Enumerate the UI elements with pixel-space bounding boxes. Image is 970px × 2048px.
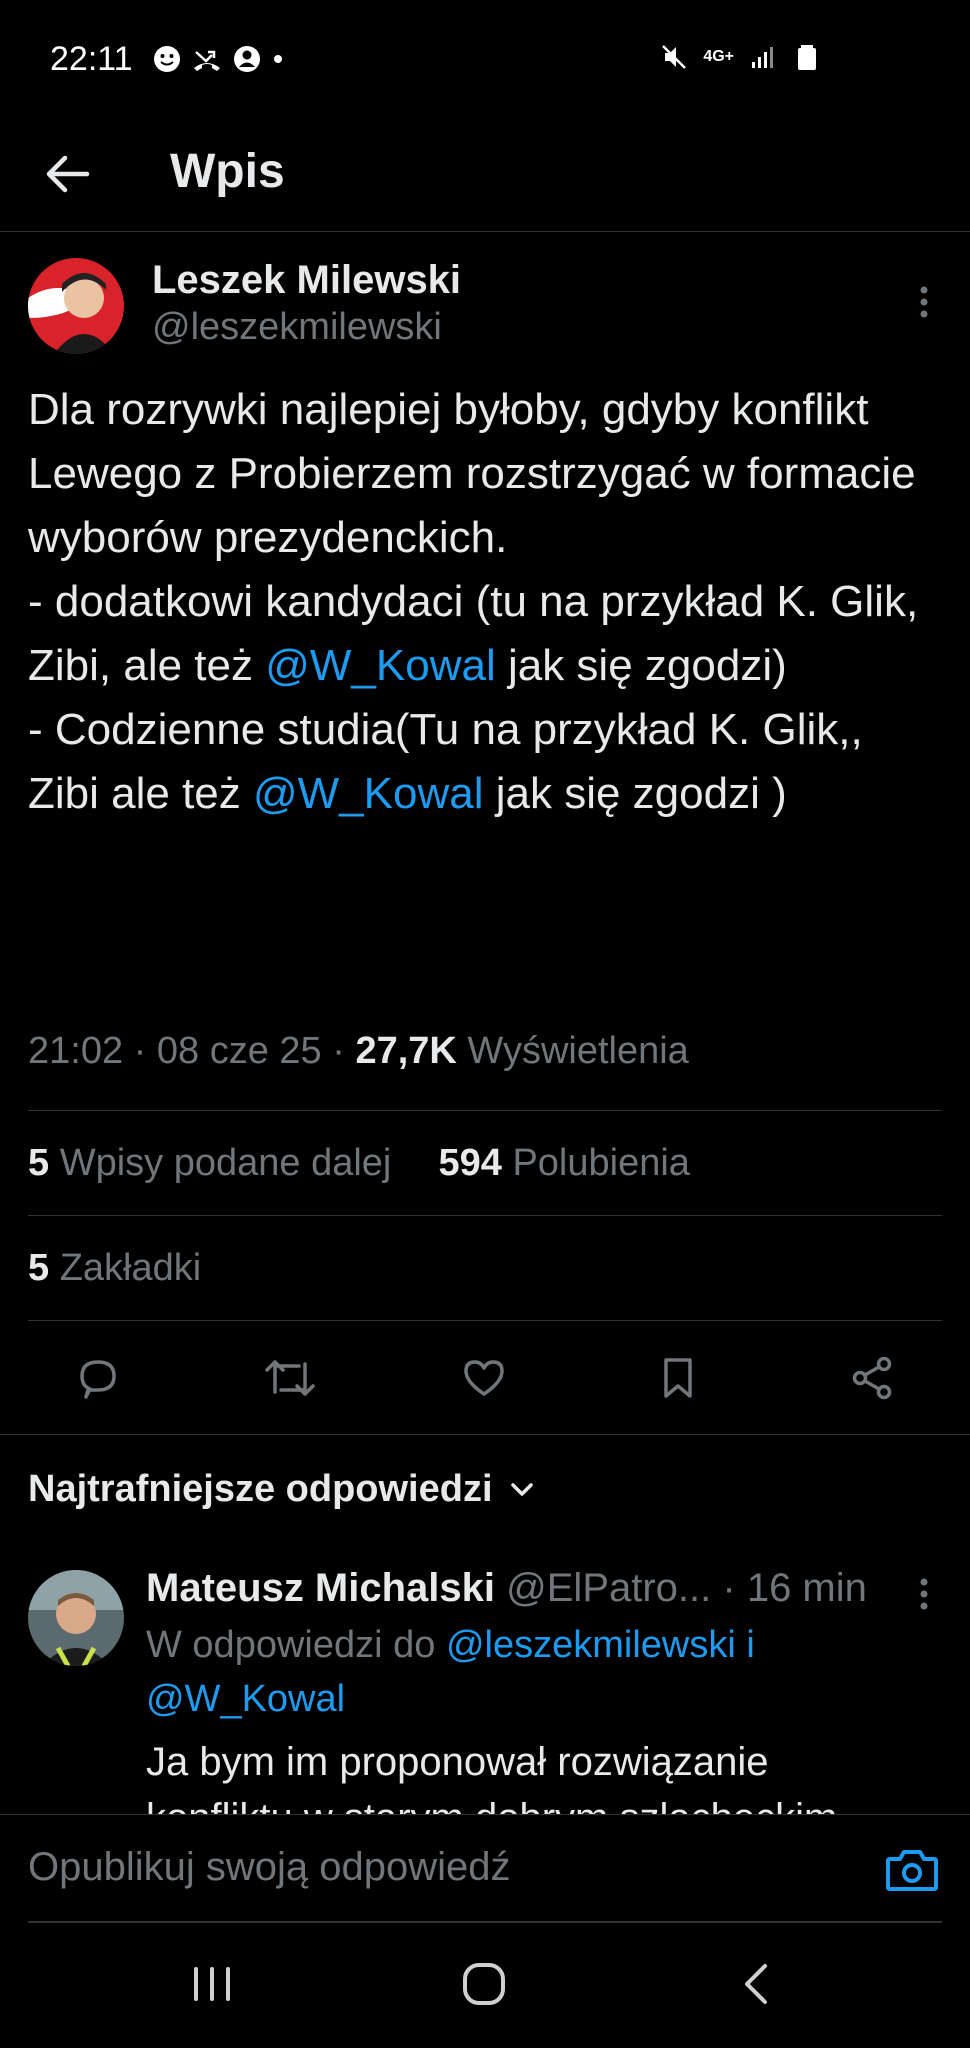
reply-button[interactable] bbox=[68, 1348, 128, 1408]
divider bbox=[28, 1320, 942, 1321]
heart-icon bbox=[464, 1360, 504, 1396]
mute-icon bbox=[662, 45, 687, 69]
tweet-text: Dla rozrywki najlepiej byłoby, gdyby kon… bbox=[28, 378, 928, 826]
reply-author-avatar[interactable] bbox=[28, 1570, 124, 1666]
system-nav-bar bbox=[0, 1924, 970, 2048]
compose-underline bbox=[28, 1921, 942, 1923]
section-divider bbox=[0, 1434, 970, 1435]
home-button[interactable] bbox=[444, 1954, 524, 2014]
chevron-left-icon bbox=[745, 1964, 767, 2004]
reply-item[interactable]: Mateusz Michalski @ElPatro... · 16 min W… bbox=[28, 1566, 942, 1816]
tweet-author: Leszek Milewski @leszekmilewski bbox=[28, 258, 942, 358]
page-title: Wpis bbox=[170, 145, 285, 198]
bookmarks-stat[interactable]: 5 Zakładki bbox=[28, 1247, 201, 1290]
recent-apps-button[interactable] bbox=[172, 1954, 252, 2014]
engagement-stats: 5 Wpisy podane dalej 594 Polubienia bbox=[28, 1142, 690, 1185]
home-icon bbox=[463, 1963, 505, 2005]
back-button[interactable] bbox=[38, 144, 98, 204]
share-button[interactable] bbox=[842, 1348, 902, 1408]
recent-apps-icon bbox=[194, 1967, 230, 2001]
likes-stat[interactable]: 594 Polubienia bbox=[438, 1142, 689, 1184]
signal-icon bbox=[752, 47, 773, 68]
replies-heading: Najtrafniejsze odpowiedzi bbox=[28, 1468, 493, 1510]
author-handle[interactable]: @leszekmilewski bbox=[152, 306, 442, 349]
arrow-left-icon bbox=[46, 155, 90, 193]
share-icon bbox=[852, 1356, 892, 1400]
tweet-actions bbox=[0, 1338, 970, 1418]
author-name[interactable]: Leszek Milewski bbox=[152, 258, 461, 303]
views-count: 27,7K bbox=[355, 1030, 457, 1072]
status-notification-icons bbox=[152, 44, 284, 74]
reply-to-prefix: W odpowiedzi do bbox=[146, 1624, 436, 1666]
reply-text: Ja bym im proponował rozwiązanie konflik… bbox=[146, 1740, 837, 1816]
top-header: Wpis bbox=[0, 120, 970, 232]
reply-input[interactable] bbox=[28, 1845, 848, 1890]
likes-count: 594 bbox=[438, 1142, 502, 1184]
more-options-icon[interactable] bbox=[912, 282, 936, 322]
account-notification-icon bbox=[234, 46, 260, 72]
battery-icon bbox=[798, 45, 816, 70]
smiley-notification-icon bbox=[154, 46, 180, 72]
reply-time: · 16 min bbox=[722, 1566, 867, 1610]
status-time: 22:11 bbox=[50, 40, 133, 78]
chevron-down-icon bbox=[510, 1482, 533, 1496]
repost-button[interactable] bbox=[260, 1348, 320, 1408]
status-bar: 22:11 4G+ bbox=[0, 0, 970, 120]
views-label[interactable]: Wyświetlenia bbox=[467, 1030, 688, 1072]
divider bbox=[28, 1215, 942, 1216]
reply-header: Mateusz Michalski @ElPatro... · 16 min bbox=[146, 1566, 867, 1611]
reposts-stat[interactable]: 5 Wpisy podane dalej bbox=[28, 1142, 391, 1184]
missed-call-icon bbox=[194, 50, 220, 71]
compose-bar bbox=[0, 1814, 970, 1924]
reposts-label: Wpisy podane dalej bbox=[59, 1142, 392, 1184]
camera-icon[interactable] bbox=[884, 1845, 940, 1895]
tweet-text-part: jak się zgodzi ) bbox=[483, 769, 787, 818]
replies-sort-dropdown[interactable]: Najtrafniejsze odpowiedzi bbox=[28, 1468, 535, 1511]
reposts-count: 5 bbox=[28, 1142, 50, 1184]
repost-icon bbox=[265, 1360, 315, 1396]
like-button[interactable] bbox=[454, 1348, 514, 1408]
reply-to-line: W odpowiedzi do @leszekmilewski i @W_Kow… bbox=[146, 1618, 926, 1726]
reply-author-handle[interactable]: @ElPatro... bbox=[506, 1566, 711, 1610]
bookmark-icon bbox=[664, 1358, 692, 1398]
reply-more-options-icon[interactable] bbox=[912, 1574, 936, 1614]
divider bbox=[28, 1110, 942, 1111]
bookmarks-label: Zakładki bbox=[59, 1247, 202, 1289]
bookmarks-count: 5 bbox=[28, 1247, 50, 1289]
author-avatar[interactable] bbox=[28, 258, 124, 354]
comment-icon bbox=[80, 1360, 116, 1399]
mention-link[interactable]: @W_Kowal bbox=[253, 769, 484, 818]
tweet-meta: 21:02 · 08 cze 25 · 27,7K Wyświetlenia bbox=[28, 1030, 689, 1072]
status-system-icons: 4G+ bbox=[659, 42, 822, 72]
network-type-label: 4G+ bbox=[703, 48, 734, 65]
tweet-time: 21:02 bbox=[28, 1030, 124, 1072]
tweet-date: 08 cze 25 bbox=[156, 1030, 322, 1072]
reply-author-name[interactable]: Mateusz Michalski bbox=[146, 1566, 495, 1610]
bookmark-button[interactable] bbox=[648, 1348, 708, 1408]
system-back-button[interactable] bbox=[716, 1954, 796, 2014]
mention-link[interactable]: @W_Kowal bbox=[265, 641, 496, 690]
more-notifications-dot-icon bbox=[274, 55, 282, 63]
likes-label: Polubienia bbox=[512, 1142, 690, 1184]
